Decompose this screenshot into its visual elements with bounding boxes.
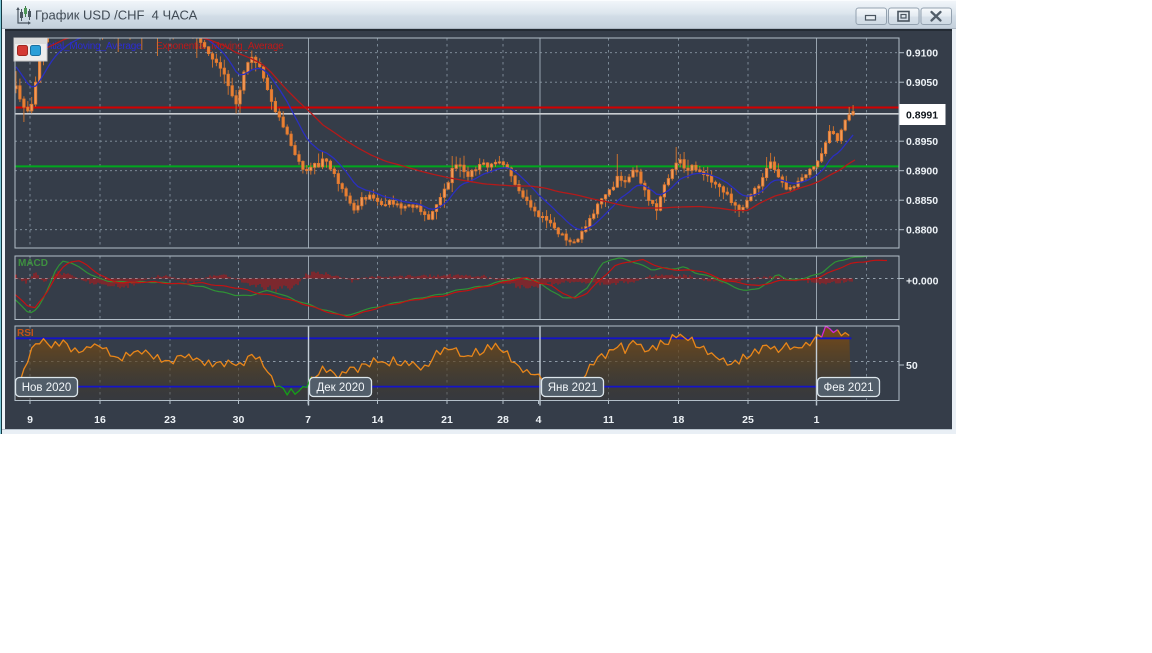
svg-text:25: 25 xyxy=(742,414,754,426)
svg-text:1: 1 xyxy=(814,414,820,426)
svg-text:9: 9 xyxy=(27,414,33,426)
svg-text:7: 7 xyxy=(305,414,311,426)
svg-text:0.8991: 0.8991 xyxy=(906,110,938,122)
svg-text:MACD: MACD xyxy=(18,258,48,269)
svg-text:11: 11 xyxy=(603,414,614,426)
svg-text:0.9100: 0.9100 xyxy=(906,48,938,60)
svg-text:14: 14 xyxy=(372,414,384,426)
svg-text:Нов 2020: Нов 2020 xyxy=(22,382,72,394)
svg-text:16: 16 xyxy=(94,414,106,426)
svg-text:28: 28 xyxy=(497,414,509,426)
svg-text:0.8950: 0.8950 xyxy=(906,136,938,148)
svg-text:Янв 2021: Янв 2021 xyxy=(548,382,598,394)
svg-text:21: 21 xyxy=(441,414,453,426)
svg-text:RSI: RSI xyxy=(17,328,34,339)
svg-text:Дек 2020: Дек 2020 xyxy=(317,382,365,394)
svg-text:+0.000: +0.000 xyxy=(906,276,939,288)
svg-text:4: 4 xyxy=(536,414,542,426)
svg-text:График USD /CHF 4 ЧАСА: График USD /CHF 4 ЧАСА xyxy=(35,8,198,23)
svg-text:0.8900: 0.8900 xyxy=(906,166,938,178)
svg-text:50: 50 xyxy=(906,360,918,372)
svg-text:18: 18 xyxy=(673,414,685,426)
svg-text:0.9050: 0.9050 xyxy=(906,77,938,89)
svg-text:0.8800: 0.8800 xyxy=(906,225,938,237)
svg-text:0.8850: 0.8850 xyxy=(906,195,938,207)
svg-text:23: 23 xyxy=(164,414,176,426)
svg-text:Фев 2021: Фев 2021 xyxy=(823,382,873,394)
svg-text:30: 30 xyxy=(233,414,245,426)
